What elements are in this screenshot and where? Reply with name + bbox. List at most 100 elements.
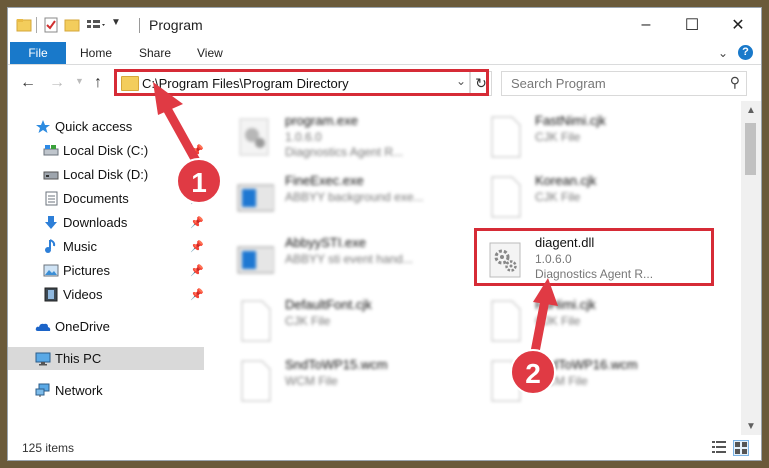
sidebar-item-label: Local Disk (D:)	[63, 167, 149, 182]
help-icon[interactable]: ?	[738, 45, 753, 60]
sidebar-item-label: Quick access	[55, 119, 133, 134]
view-options-icon[interactable]	[86, 17, 108, 33]
explorer-window: ▼ Program – ☐ ✕ File Home Share View ⌄ ?…	[8, 8, 761, 460]
file-type: CJK File	[535, 130, 581, 144]
file-item[interactable]: AbbyySTI.exe ABBYY sti event hand...	[212, 229, 442, 284]
drive-icon	[43, 167, 59, 182]
sidebar-item-network[interactable]: Network	[8, 379, 204, 402]
scroll-down-icon[interactable]: ▼	[746, 421, 756, 432]
back-arrow-icon[interactable]: ←	[20, 74, 36, 92]
file-item[interactable]: FuHimi.cjk CJK File	[462, 291, 692, 346]
close-button[interactable]: ✕	[715, 8, 761, 42]
sidebar-item-music[interactable]: Music 📌	[8, 235, 204, 258]
ribbon-tabs: File Home Share View ⌄ ?	[8, 42, 761, 65]
monitor-icon	[35, 351, 51, 366]
blank-file-icon	[236, 359, 274, 403]
blank-file-icon	[486, 299, 524, 343]
film-icon	[43, 287, 59, 302]
tab-home[interactable]: Home	[80, 42, 112, 64]
forward-arrow-icon[interactable]: →	[49, 74, 65, 92]
file-highlight-box	[474, 228, 714, 286]
scroll-up-icon[interactable]: ▲	[746, 105, 756, 116]
sidebar-item-downloads[interactable]: Downloads 📌	[8, 211, 204, 234]
navigation-bar: ← → ▼ ↑ C:\Program Files\Program Directo…	[8, 65, 761, 101]
tab-file[interactable]: File	[10, 42, 66, 64]
blank-file-icon	[486, 115, 524, 159]
pictures-icon	[43, 263, 59, 278]
recent-locations-icon[interactable]: ▼	[75, 76, 84, 86]
file-name: program.exe	[285, 113, 358, 128]
sidebar-item-label: Local Disk (C:)	[63, 143, 149, 158]
file-name: SndToWP15.wcm	[285, 357, 388, 372]
file-item[interactable]: SndToWP16.wcm WCM File	[462, 351, 692, 406]
network-icon	[35, 383, 51, 398]
step-badge-1: 1	[176, 158, 222, 204]
file-version: 1.0.6.0	[285, 130, 322, 144]
file-item[interactable]: DefaultFont.cjk CJK File	[212, 291, 442, 346]
file-name: FuHimi.cjk	[535, 297, 596, 312]
pin-icon[interactable]: 📌	[190, 240, 204, 253]
file-type: CJK File	[535, 190, 581, 204]
sidebar-item-quick-access[interactable]: Quick access	[8, 115, 204, 138]
sidebar-item-label: Videos	[63, 287, 103, 302]
sidebar-item-onedrive[interactable]: OneDrive	[8, 315, 204, 338]
file-description: ABBYY background exe...	[285, 190, 424, 204]
scroll-thumb[interactable]	[745, 123, 756, 175]
sidebar-item-documents[interactable]: Documents 📌	[8, 187, 204, 210]
status-bar: 125 items	[8, 435, 761, 460]
sidebar-item-label: Network	[55, 383, 103, 398]
new-folder-icon[interactable]	[64, 17, 80, 33]
sidebar-item-label: OneDrive	[55, 319, 110, 334]
properties-check-icon[interactable]	[43, 17, 59, 33]
file-name: FineExec.exe	[285, 173, 364, 188]
search-icon[interactable]: ⚲	[730, 74, 740, 91]
file-type: CJK File	[535, 314, 581, 328]
file-item[interactable]: program.exe 1.0.6.0 Diagnostics Agent R.…	[212, 107, 442, 162]
file-name: AbbyySTI.exe	[285, 235, 366, 250]
customize-qat-icon[interactable]: ▼	[111, 17, 123, 33]
expand-ribbon-icon[interactable]: ⌄	[718, 46, 728, 60]
vertical-scrollbar[interactable]: ▲ ▼	[741, 101, 761, 435]
file-description: Diagnostics Agent R...	[285, 145, 404, 159]
app-window-icon	[236, 175, 274, 219]
title-divider	[139, 18, 140, 33]
tab-view[interactable]: View	[197, 42, 223, 64]
pin-icon[interactable]: 📌	[190, 144, 204, 157]
minimize-button[interactable]: –	[623, 8, 669, 42]
sidebar-item-videos[interactable]: Videos 📌	[8, 283, 204, 306]
file-item[interactable]: FineExec.exe ABBYY background exe...	[212, 167, 442, 222]
sidebar-item-this-pc[interactable]: This PC	[8, 347, 204, 370]
sidebar-item-local-disk-d[interactable]: Local Disk (D:)	[8, 163, 204, 186]
sidebar-item-local-disk-c[interactable]: Local Disk (C:) 📌	[8, 139, 204, 162]
up-arrow-icon[interactable]: ↑	[94, 74, 102, 92]
drive-icon	[43, 143, 59, 158]
tab-share[interactable]: Share	[139, 42, 171, 64]
cloud-icon	[35, 319, 51, 334]
search-input[interactable]: Search Program ⚲	[501, 71, 747, 96]
file-item[interactable]: SndToWP15.wcm WCM File	[212, 351, 442, 406]
blank-file-icon	[236, 299, 274, 343]
file-name: DefaultFont.cjk	[285, 297, 372, 312]
file-type: CJK File	[285, 314, 331, 328]
navigation-pane: Quick access Local Disk (C:) 📌 Local Dis…	[8, 101, 204, 431]
address-highlight-box	[114, 69, 489, 96]
tiles-view-icon[interactable]	[733, 440, 749, 456]
sidebar-item-label: Pictures	[63, 263, 110, 278]
step-badge-2: 2	[510, 349, 556, 395]
maximize-button[interactable]: ☐	[669, 8, 715, 42]
pin-icon[interactable]: 📌	[190, 216, 204, 229]
sidebar-item-pictures[interactable]: Pictures 📌	[8, 259, 204, 282]
item-count: 125 items	[22, 441, 75, 455]
file-name: Korean.cjk	[535, 173, 597, 188]
pin-icon[interactable]: 📌	[190, 288, 204, 301]
file-item[interactable]: FastNimi.cjk CJK File	[462, 107, 692, 162]
documents-icon	[43, 191, 59, 206]
file-name: FastNimi.cjk	[535, 113, 606, 128]
pin-icon[interactable]: 📌	[190, 264, 204, 277]
exe-file-icon	[236, 115, 274, 159]
sidebar-item-label: Music	[63, 239, 97, 254]
file-item[interactable]: Korean.cjk CJK File	[462, 167, 692, 222]
window-title: Program	[149, 17, 203, 33]
details-view-icon[interactable]	[712, 440, 726, 454]
title-bar: ▼ Program – ☐ ✕	[8, 8, 761, 42]
